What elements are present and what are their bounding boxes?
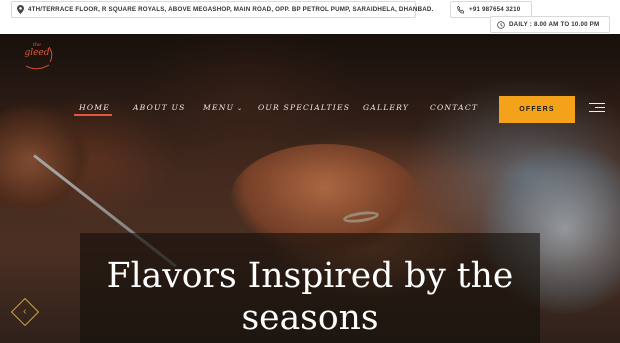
phone-text: +91 987654 3210	[469, 6, 521, 13]
top-info-bar: 4TH/TERRACE FLOOR, R SQUARE ROYALS, ABOV…	[0, 0, 620, 34]
hamburger-menu-icon[interactable]	[589, 103, 605, 114]
phone-icon	[456, 5, 465, 14]
nav-item-gallery[interactable]: GALLERY	[363, 103, 409, 112]
nav-item-our-specialties[interactable]: OUR SPECIALTIES	[258, 103, 350, 112]
clock-icon	[496, 20, 505, 29]
map-pin-icon	[17, 5, 24, 14]
nav-item-contact[interactable]: CONTACT	[430, 103, 478, 112]
nav-item-home[interactable]: HOME	[79, 103, 110, 112]
chevron-down-icon: ⌄	[237, 105, 244, 112]
nav-item-about-us[interactable]: ABOUT US	[133, 103, 186, 112]
chevron-left-icon: ‹	[23, 306, 27, 317]
nav-item-menu[interactable]: MENU ⌄	[203, 103, 243, 112]
address-text: 4TH/TERRACE FLOOR, R SQUARE ROYALS, ABOV…	[28, 6, 434, 13]
logo-ring-icon	[25, 46, 53, 70]
offers-button[interactable]: OFFERS	[499, 96, 575, 123]
site-logo[interactable]: the gleed	[18, 42, 56, 72]
opening-hours: DAILY : 8.00 AM TO 10.00 PM	[490, 16, 610, 33]
nav-item-menu-label: MENU	[203, 103, 235, 112]
address-bar: 4TH/TERRACE FLOOR, R SQUARE ROYALS, ABOV…	[11, 1, 433, 18]
hero-caption: Flavors Inspired by the seasons	[106, 256, 514, 338]
hours-text: DAILY : 8.00 AM TO 10.00 PM	[509, 21, 600, 28]
active-nav-underline	[74, 114, 112, 116]
